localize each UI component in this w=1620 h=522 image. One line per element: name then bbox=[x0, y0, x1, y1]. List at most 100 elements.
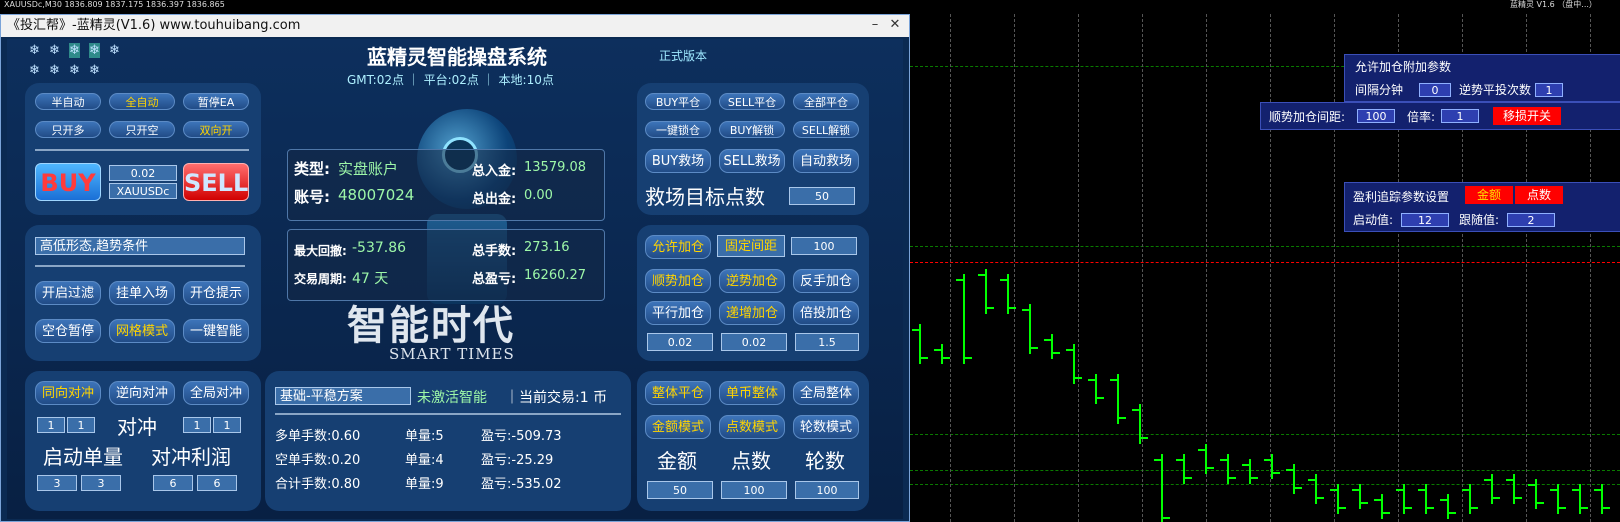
rate-input[interactable]: 1 bbox=[1441, 109, 1479, 123]
long-only-button[interactable]: 只开多 bbox=[35, 121, 101, 138]
plan-field[interactable]: 基础-平稳方案 bbox=[275, 387, 411, 405]
total-lots-label: 总手数: bbox=[472, 244, 517, 259]
hedge-profit-input[interactable]: 6 bbox=[197, 475, 237, 491]
start-lot-input[interactable]: 3 bbox=[81, 475, 121, 491]
start-value-label: 启动值: bbox=[1353, 213, 1394, 227]
sell-button[interactable]: SELL bbox=[183, 163, 249, 201]
rounds-label: 轮数 bbox=[805, 449, 845, 473]
price-bar bbox=[1506, 474, 1522, 504]
same-hedge-button[interactable]: 同向对冲 bbox=[35, 381, 101, 405]
gap-input[interactable]: 100 bbox=[791, 237, 857, 255]
points-label: 点数 bbox=[731, 449, 771, 473]
enable-filter-button[interactable]: 开启过滤 bbox=[35, 281, 101, 305]
price-bar bbox=[1440, 494, 1456, 519]
incremental-lot-input[interactable]: 0.02 bbox=[721, 333, 787, 351]
buy-unlock-button[interactable]: BUY解锁 bbox=[719, 121, 785, 138]
amount-mode-button[interactable]: 金额模式 bbox=[645, 415, 711, 439]
price-bar bbox=[1594, 484, 1610, 514]
global-hedge-button[interactable]: 全局对冲 bbox=[183, 381, 249, 405]
buy-rescue-button[interactable]: BUY救场 bbox=[645, 149, 711, 173]
reverse-count-input[interactable]: 1 bbox=[1535, 83, 1563, 97]
double-add-button[interactable]: 倍投加仓 bbox=[793, 301, 859, 325]
rounds-mode-button[interactable]: 轮数模式 bbox=[793, 415, 859, 439]
grid-mode-button[interactable]: 网格模式 bbox=[109, 319, 175, 343]
close-buy-button[interactable]: BUY平仓 bbox=[645, 93, 711, 110]
trend-gap-input[interactable]: 100 bbox=[1357, 109, 1395, 123]
close-all-button[interactable]: 全部平仓 bbox=[793, 93, 859, 110]
ea-badge: 蓝精灵 V1.6 （盘中...） bbox=[1510, 0, 1597, 9]
trade-mode-panel: 半自动 全自动 暂停EA 只开多 只开空 双向开 BUY 0.02 XAUUSD… bbox=[25, 83, 261, 215]
parallel-lot-input[interactable]: 0.02 bbox=[647, 333, 713, 351]
amount-input[interactable]: 50 bbox=[647, 481, 713, 499]
parallel-add-button[interactable]: 平行加仓 bbox=[645, 301, 711, 325]
snowflake-icon: ❄ bbox=[89, 63, 100, 78]
take-profit-panel: 整体平仓 单币整体 全局整体 金额模式 点数模式 轮数模式 金额 点数 轮数 5… bbox=[637, 371, 869, 511]
both-way-button[interactable]: 双向开 bbox=[183, 121, 249, 138]
window-titlebar[interactable]: 《投汇帮》-蓝精灵(V1.6) www.touhuibang.com – ✕ bbox=[1, 15, 909, 37]
rescue-target-input[interactable]: 50 bbox=[789, 187, 855, 205]
start-lot-input[interactable]: 3 bbox=[37, 475, 77, 491]
short-only-button[interactable]: 只开空 bbox=[109, 121, 175, 138]
symbol-field: XAUUSDc bbox=[109, 183, 177, 199]
sell-rescue-button[interactable]: SELL救场 bbox=[719, 149, 785, 173]
trailing-stop-toggle[interactable]: 移损开关 bbox=[1493, 107, 1561, 125]
short-count: 单量:4 bbox=[405, 453, 444, 468]
incremental-add-button[interactable]: 递增加仓 bbox=[719, 301, 785, 325]
lot-input[interactable]: 0.02 bbox=[109, 165, 177, 181]
price-chart[interactable]: 允许加仓附加参数 间隔分钟 0 逆势平投次数 1 顺势加仓间距: 100 倍率:… bbox=[910, 14, 1620, 522]
flat-pause-button[interactable]: 空仓暂停 bbox=[35, 319, 101, 343]
follow-value-input[interactable]: 2 bbox=[1507, 213, 1555, 227]
plan-panel: 基础-平稳方案 未激活智能 ｜当前交易:1 币 多单手数:0.60 单量:5 盈… bbox=[265, 371, 631, 511]
activation-status: 未激活智能 bbox=[417, 390, 487, 406]
close-sell-button[interactable]: SELL平仓 bbox=[719, 93, 785, 110]
hedge-input[interactable]: 1 bbox=[37, 417, 65, 433]
interval-label: 间隔分钟 bbox=[1355, 83, 1404, 97]
snowflake-icon: ❄ bbox=[49, 63, 60, 78]
price-bar bbox=[1088, 374, 1104, 404]
lock-button[interactable]: 一键锁仓 bbox=[645, 121, 711, 138]
sell-unlock-button[interactable]: SELL解锁 bbox=[793, 121, 859, 138]
counter-add-button[interactable]: 逆势加仓 bbox=[719, 269, 785, 293]
reverse-hedge-button[interactable]: 逆向对冲 bbox=[109, 381, 175, 405]
close-button[interactable]: ✕ bbox=[887, 17, 903, 33]
trend-gap-label: 顺势加仓间距: bbox=[1269, 110, 1346, 124]
price-bar bbox=[1462, 484, 1478, 514]
single-symbol-button[interactable]: 单币整体 bbox=[719, 381, 785, 405]
start-value-input[interactable]: 12 bbox=[1401, 213, 1449, 227]
total-lots: 合计手数:0.80 bbox=[275, 477, 361, 492]
semi-auto-button[interactable]: 半自动 bbox=[35, 93, 101, 110]
allow-add-button[interactable]: 允许加仓 bbox=[645, 235, 711, 259]
points-input[interactable]: 100 bbox=[721, 481, 787, 499]
minimize-button[interactable]: – bbox=[867, 17, 883, 33]
hedge-input[interactable]: 1 bbox=[213, 417, 241, 433]
multiplier-input[interactable]: 1.5 bbox=[795, 333, 859, 351]
price-bar bbox=[1154, 454, 1170, 522]
profit-tracking-panel: 盈利追踪参数设置 金额 点数 启动值: 12 跟随值: 2 bbox=[1344, 182, 1620, 232]
full-auto-button[interactable]: 全自动 bbox=[109, 93, 175, 110]
reverse-add-button[interactable]: 反手加仓 bbox=[793, 269, 859, 293]
points-toggle[interactable]: 点数 bbox=[1515, 186, 1563, 204]
pause-ea-button[interactable]: 暂停EA bbox=[183, 93, 249, 110]
condition-field[interactable]: 高低形态,趋势条件 bbox=[35, 237, 245, 255]
rounds-input[interactable]: 100 bbox=[795, 481, 859, 499]
one-click-smart-button[interactable]: 一键智能 bbox=[183, 319, 249, 343]
hedge-input[interactable]: 1 bbox=[183, 417, 211, 433]
overall-close-button[interactable]: 整体平仓 bbox=[645, 381, 711, 405]
points-mode-button[interactable]: 点数模式 bbox=[719, 415, 785, 439]
hedge-label: 对冲 bbox=[117, 415, 157, 439]
price-bar bbox=[1550, 484, 1566, 514]
pending-entry-button[interactable]: 挂单入场 bbox=[109, 281, 175, 305]
trend-add-button[interactable]: 顺势加仓 bbox=[645, 269, 711, 293]
global-overall-button[interactable]: 全局整体 bbox=[793, 381, 859, 405]
buy-button[interactable]: BUY bbox=[35, 163, 101, 201]
amount-toggle[interactable]: 金额 bbox=[1465, 186, 1513, 204]
auto-rescue-button[interactable]: 自动救场 bbox=[793, 149, 859, 173]
open-alert-button[interactable]: 开仓提示 bbox=[183, 281, 249, 305]
interval-input[interactable]: 0 bbox=[1419, 83, 1451, 97]
filter-panel: 高低形态,趋势条件 开启过滤 挂单入场 开仓提示 空仓暂停 网格模式 一键智能 bbox=[25, 225, 261, 361]
hedge-input[interactable]: 1 bbox=[67, 417, 95, 433]
window-title: 《投汇帮》-蓝精灵(V1.6) www.touhuibang.com bbox=[7, 18, 301, 33]
account-value: 48007024 bbox=[338, 186, 415, 204]
fixed-gap-toggle[interactable]: 固定间距 bbox=[717, 235, 785, 257]
hedge-profit-input[interactable]: 6 bbox=[153, 475, 193, 491]
